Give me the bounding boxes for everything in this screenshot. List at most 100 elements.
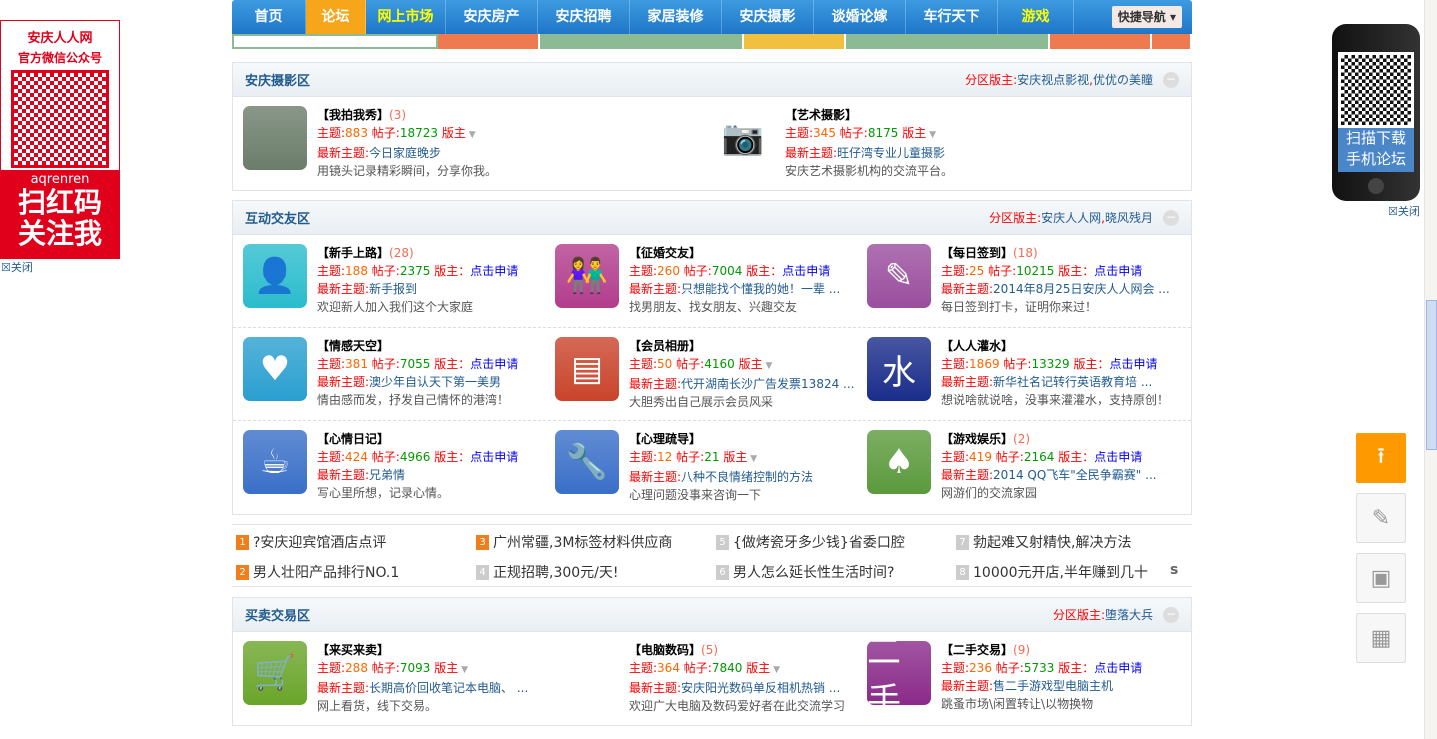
hot-link[interactable]: 7 勃起难又射精快,解决方法: [956, 527, 1196, 557]
water-icon[interactable]: 水: [867, 337, 931, 401]
forum-name[interactable]: 【征婚交友】: [629, 246, 701, 260]
forum-name[interactable]: 【电脑数码】: [629, 643, 701, 657]
apply-moderator-link[interactable]: 点击申请: [470, 264, 518, 278]
hot-link-text[interactable]: 男人壮阳产品排行NO.1: [253, 562, 399, 582]
quick-nav-button[interactable]: 快捷导航 ▾: [1111, 6, 1182, 28]
nav-item[interactable]: 家居装修: [630, 0, 722, 34]
forum-name[interactable]: 【心理疏导】: [629, 432, 701, 446]
new-post-button[interactable]: ✎: [1356, 493, 1406, 543]
latest-topic-link[interactable]: 澳少年自认天下第一美男: [369, 375, 501, 389]
heart-icon[interactable]: ♥: [243, 337, 307, 401]
nav-item[interactable]: 车行天下: [906, 0, 998, 34]
left-ad-close[interactable]: ☒关闭: [1, 259, 33, 275]
dropdown-arrow-icon[interactable]: ▼: [747, 454, 757, 464]
wrench-icon[interactable]: 🔧: [555, 430, 619, 494]
latest-topic-link[interactable]: 八种不良情绪控制的方法: [681, 470, 813, 484]
latest-topic-link[interactable]: 新手报到: [369, 282, 417, 296]
photographer-photo-icon[interactable]: [243, 106, 307, 170]
latest-topic-link[interactable]: 售二手游戏型电脑主机: [993, 679, 1113, 693]
cards-icon[interactable]: ♠: [867, 430, 931, 494]
latest-topic-link[interactable]: 新华社名记转行英语教育培 ...: [993, 375, 1152, 389]
apply-moderator-link[interactable]: 点击申请: [1094, 264, 1142, 278]
nav-item[interactable]: 论坛: [306, 0, 366, 34]
camera-icon[interactable]: 📷: [711, 106, 775, 170]
latest-topic-link[interactable]: 兄弟情: [369, 468, 405, 482]
moderator-link[interactable]: 晓风残月: [1105, 209, 1153, 226]
hot-link[interactable]: 8 10000元开店,半年赚到几十: [956, 557, 1196, 587]
latest-topic-link[interactable]: 2014年8月25日安庆人人网会 ...: [993, 282, 1170, 296]
nav-item[interactable]: 安庆房产: [446, 0, 538, 34]
apply-moderator-link[interactable]: 点击申请: [470, 357, 518, 371]
apply-moderator-link[interactable]: 点击申请: [1094, 661, 1142, 675]
moderator-link[interactable]: 堕落大兵: [1105, 606, 1153, 623]
hot-link-text[interactable]: 勃起难又射精快,解决方法: [973, 532, 1131, 552]
scrollbar-thumb[interactable]: [1426, 300, 1437, 450]
apply-moderator-link[interactable]: 点击申请: [470, 450, 518, 464]
couple-icon[interactable]: 👫: [555, 244, 619, 308]
forum-name[interactable]: 【二手交易】: [941, 643, 1013, 657]
forum-name[interactable]: 【每日签到】: [941, 246, 1013, 260]
forum-name[interactable]: 【人人灌水】: [941, 339, 1013, 353]
pencil-icon[interactable]: ✎: [867, 244, 931, 308]
collapse-icon[interactable]: −: [1163, 606, 1179, 623]
dropdown-arrow-icon[interactable]: ▼: [458, 665, 468, 675]
hot-link[interactable]: 1 ?安庆迎宾馆酒店点评: [236, 527, 476, 557]
moderator-link[interactable]: 安庆视点影视: [1017, 71, 1089, 88]
sign-in-button[interactable]: ▣: [1356, 553, 1406, 603]
album-icon[interactable]: ▤: [555, 337, 619, 401]
hot-link-text[interactable]: {做烤瓷牙多少钱}省委口腔: [733, 532, 905, 552]
latest-topic-link[interactable]: 今日家庭晚步: [369, 146, 441, 160]
hot-link-text[interactable]: 男人怎么延长性生活时间?: [733, 562, 894, 582]
dropdown-arrow-icon[interactable]: ▼: [770, 665, 780, 675]
dropdown-arrow-icon[interactable]: ▼: [926, 130, 936, 140]
hot-link-text[interactable]: ?安庆迎宾馆酒店点评: [253, 532, 386, 552]
hot-link-text[interactable]: 正规招聘,300元/天!: [493, 562, 619, 582]
moderator-link[interactable]: 安庆人人网: [1041, 209, 1101, 226]
forum-name[interactable]: 【我拍我秀】: [317, 108, 389, 122]
secondhand-photo-icon[interactable]: 二手: [867, 632, 931, 721]
qr-code-button[interactable]: ▦: [1356, 613, 1406, 663]
mobile-app-qr-ad[interactable]: 扫描下载 手机论坛: [1332, 24, 1420, 201]
forum-name[interactable]: 【情感天空】: [317, 339, 389, 353]
nav-item[interactable]: 安庆摄影: [722, 0, 814, 34]
hot-link[interactable]: 5 {做烤瓷牙多少钱}省委口腔: [716, 527, 956, 557]
section-title[interactable]: 买卖交易区: [245, 605, 310, 624]
back-to-top-button[interactable]: ⭱: [1356, 433, 1406, 483]
scrollbar[interactable]: [1424, 0, 1437, 739]
hot-link[interactable]: 3 广州常疆,3M标签材料供应商: [476, 527, 716, 557]
dropdown-arrow-icon[interactable]: ▼: [763, 361, 772, 371]
latest-topic-link[interactable]: 只想能找个懂我的她！一辈 ...: [681, 282, 840, 296]
user-icon[interactable]: 👤: [243, 244, 307, 308]
hot-link[interactable]: 4 正规招聘,300元/天!: [476, 557, 716, 587]
hot-link[interactable]: 2 男人壮阳产品排行NO.1: [236, 557, 476, 587]
coffee-cup-icon[interactable]: ☕: [243, 430, 307, 494]
hot-link-text[interactable]: 广州常疆,3M标签材料供应商: [493, 532, 672, 552]
nav-item[interactable]: 网上市场: [366, 0, 446, 34]
apply-moderator-link[interactable]: 点击申请: [1110, 357, 1158, 371]
nav-item[interactable]: 安庆招聘: [538, 0, 630, 34]
collapse-icon[interactable]: −: [1163, 209, 1179, 226]
forum-name[interactable]: 【艺术摄影】: [785, 108, 857, 122]
hot-link[interactable]: 6 男人怎么延长性生活时间?: [716, 557, 956, 587]
section-title[interactable]: 互动交友区: [245, 208, 310, 227]
collapse-icon[interactable]: −: [1163, 71, 1179, 88]
section-title[interactable]: 安庆摄影区: [245, 70, 310, 89]
forum-name[interactable]: 【新手上路】: [317, 246, 389, 260]
latest-topic-link[interactable]: 2014 QQ飞车"全民争霸赛" ...: [993, 468, 1157, 482]
forum-name[interactable]: 【游戏娱乐】: [941, 432, 1013, 446]
forum-name[interactable]: 【来买来卖】: [317, 643, 389, 657]
nav-item[interactable]: 谈婚论嫁: [814, 0, 906, 34]
forum-name[interactable]: 【心情日记】: [317, 432, 389, 446]
hot-link-text[interactable]: 10000元开店,半年赚到几十: [973, 562, 1148, 582]
latest-topic-link[interactable]: 代开湖南长沙广告发票13824 ...: [681, 377, 854, 391]
nav-item[interactable]: 首页: [232, 0, 306, 34]
latest-topic-link[interactable]: 旺仔湾专业儿童摄影: [837, 146, 945, 160]
moderator-link[interactable]: 优优の美瞳: [1093, 71, 1153, 88]
wechat-qr-ad[interactable]: 安庆人人网 官方微信公众号 aqrenren 扫红码 关注我: [0, 20, 120, 259]
dropdown-arrow-icon[interactable]: ▼: [466, 130, 476, 140]
forum-name[interactable]: 【会员相册】: [629, 339, 701, 353]
right-ad-close[interactable]: ☒关闭: [1388, 203, 1420, 219]
latest-topic-link[interactable]: 安庆阳光数码单反相机热销 ...: [681, 681, 840, 695]
usb-icon[interactable]: ⭍: [555, 641, 619, 705]
apply-moderator-link[interactable]: 点击申请: [782, 264, 830, 278]
